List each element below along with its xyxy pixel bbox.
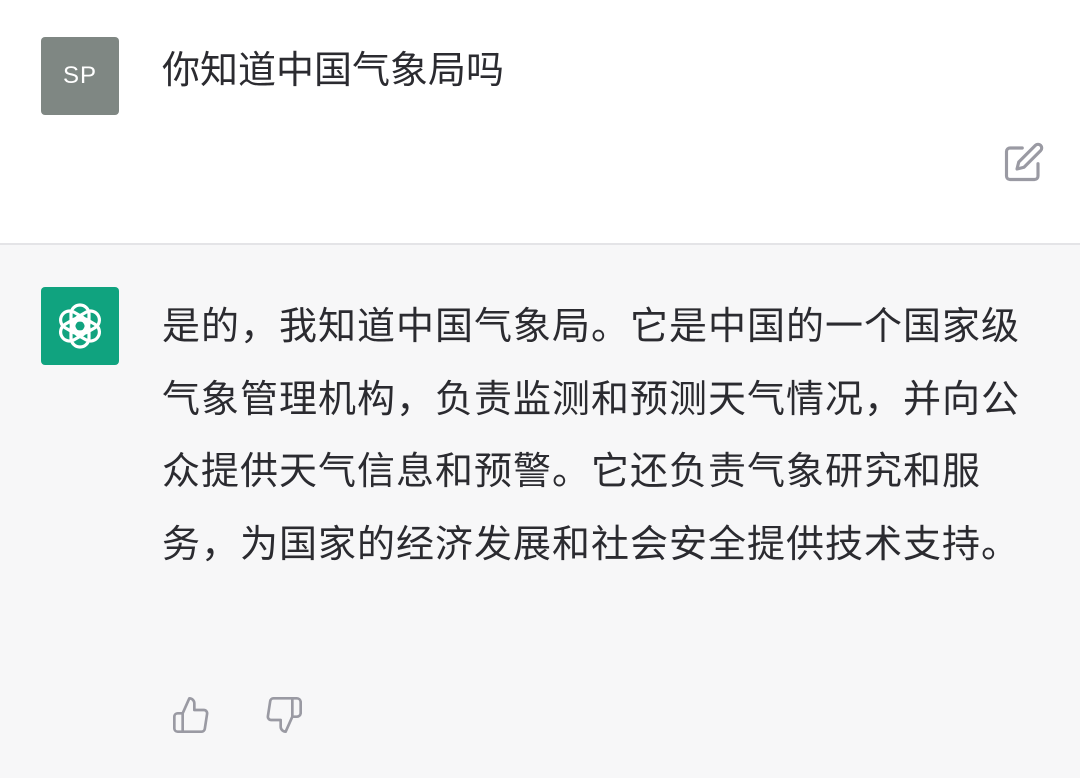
assistant-message: 是的，我知道中国气象局。它是中国的一个国家级气象管理机构，负责监测和预测天气情况… (0, 245, 1080, 778)
thumbs-up-icon[interactable] (171, 695, 211, 735)
openai-logo-icon (41, 287, 119, 365)
user-avatar: SP (41, 37, 119, 115)
thumbs-down-icon[interactable] (264, 695, 304, 735)
user-message: SP 你知道中国气象局吗 (0, 0, 1080, 245)
user-message-text: 你知道中国气象局吗 (162, 48, 505, 92)
edit-icon[interactable] (1003, 141, 1045, 183)
assistant-message-text: 是的，我知道中国气象局。它是中国的一个国家级气象管理机构，负责监测和预测天气情况… (162, 304, 1021, 566)
